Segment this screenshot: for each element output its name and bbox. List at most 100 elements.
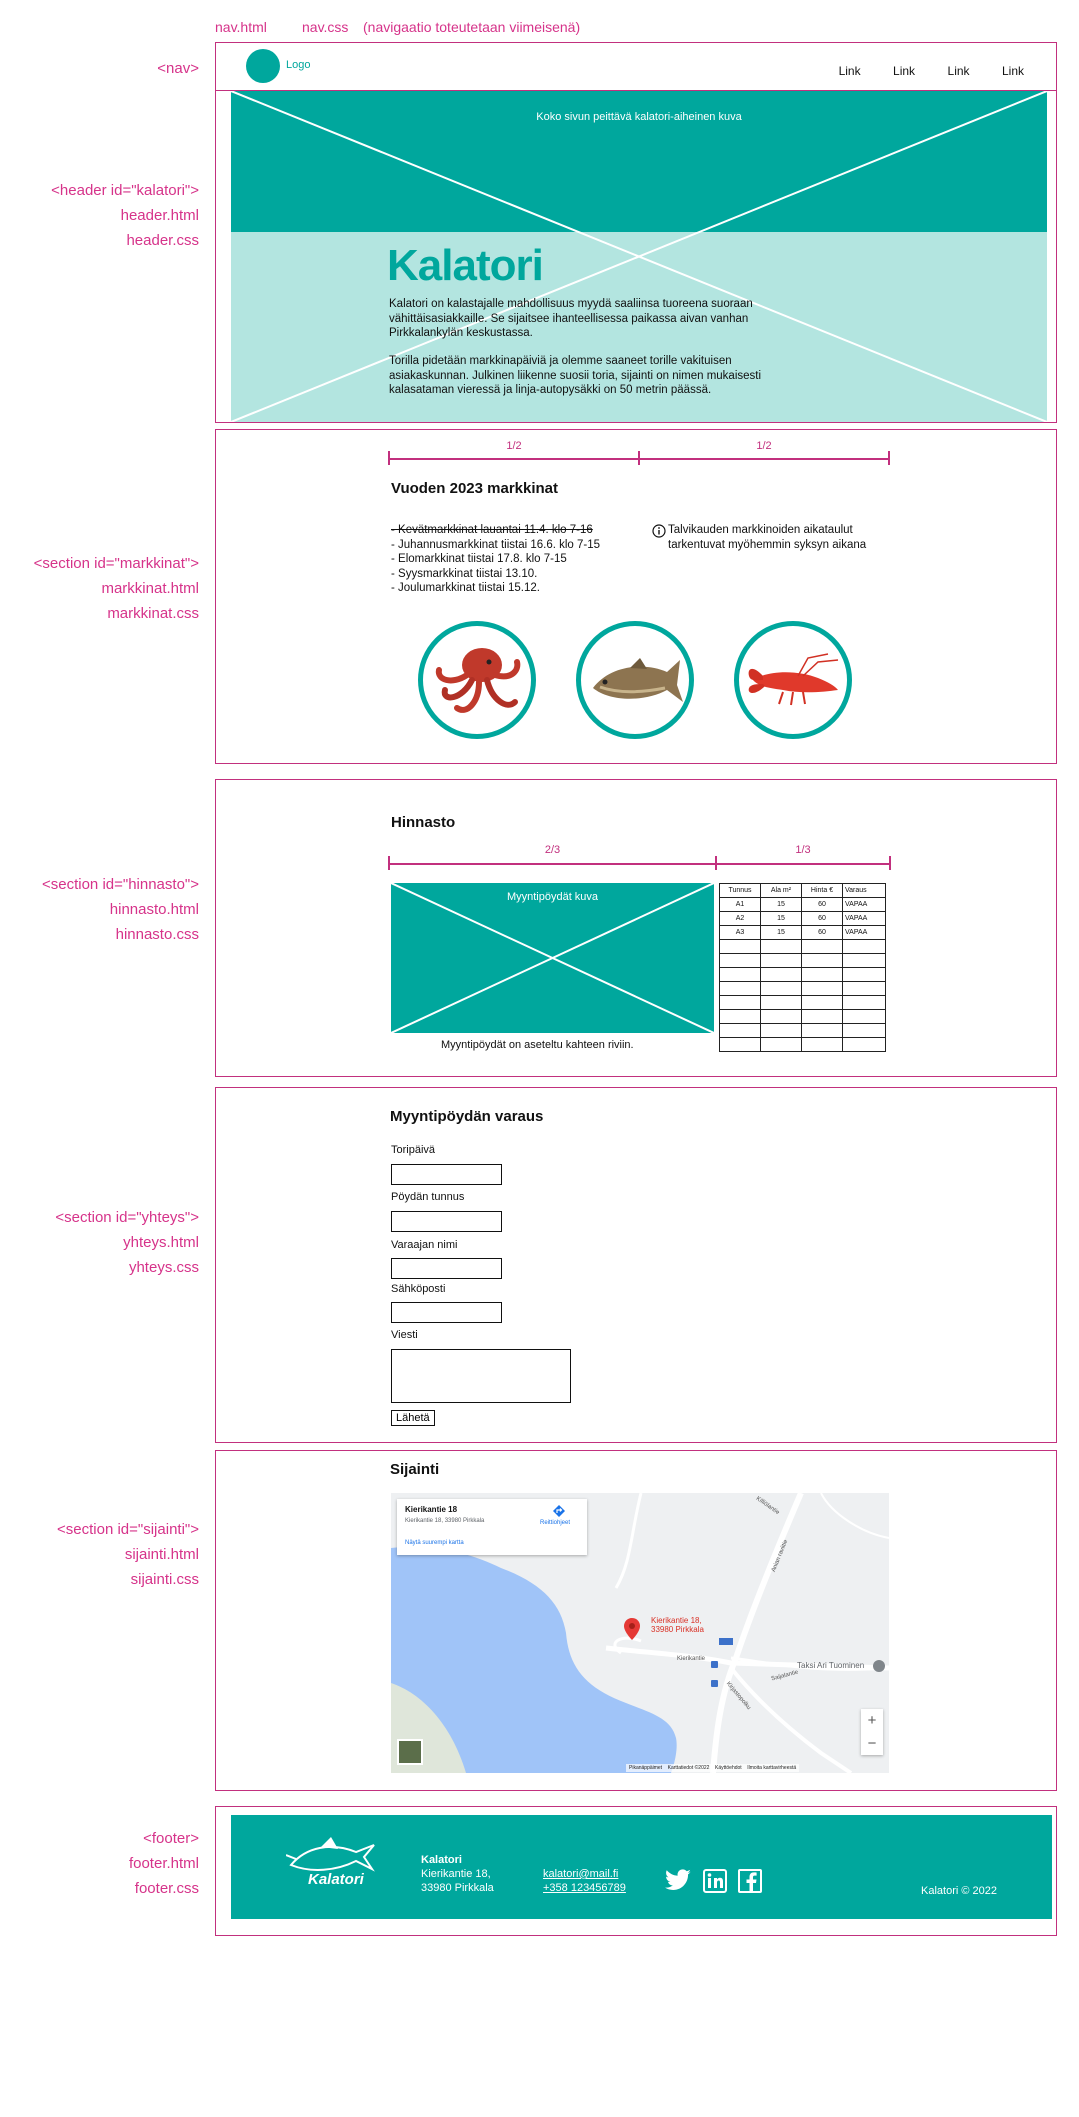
copyright: Kalatori © 2022 [921, 1885, 997, 1897]
table-cell [719, 1037, 761, 1052]
zoom-in-button[interactable]: + [861, 1709, 883, 1732]
hero-paragraph-2: Torilla pidetään markkinapäiviä ja olemm… [389, 355, 762, 396]
phone-link[interactable]: +358 123456789 [543, 1881, 626, 1895]
table-cell [842, 1009, 886, 1024]
footer-name: Kalatori [421, 1854, 462, 1866]
logo-circle[interactable] [246, 49, 280, 83]
footer-frame: Kalatori Kalatori Kierikantie 18, 33980 … [215, 1806, 1057, 1936]
linkedin-icon[interactable] [703, 1869, 727, 1893]
header-frame: Koko sivun peittävä kalatori-aiheinen ku… [215, 90, 1057, 423]
header-image-caption: Koko sivun peittävä kalatori-aiheinen ku… [536, 111, 742, 123]
table-cell [719, 981, 761, 996]
zoom-out-button[interactable]: − [861, 1732, 883, 1755]
logo-text[interactable]: Logo [286, 59, 310, 71]
table-cell: 60 [801, 897, 843, 912]
column-header: Ala m² [760, 883, 802, 898]
table-row [719, 967, 886, 982]
hinnasto-frame: Hinnasto 2/3 1/3 Myyntipöydät kuva Myynt… [215, 779, 1057, 1077]
email-link[interactable]: kalatori@mail.fi [543, 1867, 626, 1881]
table-cell [842, 1023, 886, 1038]
nav-css-label: nav.css [302, 19, 349, 35]
table-cell [760, 981, 802, 996]
varaajan-nimi-input[interactable] [391, 1258, 502, 1279]
table-row [719, 939, 886, 954]
info-icon [652, 524, 666, 538]
footer-bar: Kalatori Kalatori Kierikantie 18, 33980 … [231, 1815, 1052, 1919]
table-cell: 60 [801, 925, 843, 940]
poi-taksi[interactable]: Taksi Ari Tuominen [797, 1661, 864, 1670]
sijainti-side-label: <section id="sijainti"> sijainti.html sija… [57, 1521, 199, 1588]
table-row: A2 15 60 VAPAA [719, 911, 886, 926]
nav-link-3[interactable]: Link [948, 64, 970, 78]
fish-image [576, 621, 694, 739]
shortcuts-link[interactable]: Pikanäppäimet [629, 1765, 662, 1771]
footer-logo[interactable]: Kalatori [285, 1837, 376, 1897]
footer-city: 33980 Pirkkala [421, 1882, 494, 1894]
directions-icon[interactable] [552, 1504, 566, 1518]
nav-link-1[interactable]: Link [839, 64, 861, 78]
price-table: Tunnus Ala m² Hinta € Varaus A1 15 60 VAPAA… [719, 883, 886, 1052]
table-cell: VAPAA [842, 911, 886, 926]
tables-image-caption: Myyntipöydät kuva [506, 891, 599, 903]
map-data-text: Karttatiedot ©2022 [667, 1765, 710, 1771]
nav-link-4[interactable]: Link [1002, 64, 1024, 78]
terms-link[interactable]: Käyttöehdot [715, 1765, 742, 1771]
hero-title: Kalatori [387, 241, 544, 290]
nav-links: Link Link Link Link [811, 62, 1024, 80]
tables-caption: Myyntipöydät on aseteltu kahteen riviin. [441, 1039, 634, 1051]
table-cell [719, 1023, 761, 1038]
footer-street: Kierikantie 18, [421, 1868, 491, 1880]
nav-link-2[interactable]: Link [893, 64, 915, 78]
column-header: Tunnus [719, 883, 761, 898]
map-embed[interactable]: Kierikantie 18, 33980 Pirkkala Kierikanti… [391, 1493, 889, 1773]
nav-note: (navigaatio toteutetaan viimeisenä) [363, 19, 581, 35]
twitter-icon[interactable] [664, 1869, 692, 1893]
message-textarea[interactable] [391, 1349, 571, 1403]
facebook-icon[interactable] [738, 1869, 762, 1893]
hinnasto-side-label: <section id="hinnasto"> hinnasto.html hinn… [41, 876, 199, 943]
map-info-card: Kierikantie 18 Kierikantie 18, 33980 Pir… [397, 1499, 587, 1555]
column-measure [388, 446, 890, 465]
submit-button[interactable]: Lähetä [391, 1410, 435, 1426]
marker-label: Kierikantie 18, 33980 Pirkkala [651, 1616, 704, 1634]
market-item: - Syysmarkkinat tiistai 13.10. [391, 567, 538, 580]
market-item: - Elomarkkinat tiistai 17.8. klo 7-15 [391, 553, 567, 565]
poydan-tunnus-input[interactable] [391, 1211, 502, 1232]
yhteys-frame: Myyntipöydän varaus Toripäivä Pöydän tun… [215, 1087, 1057, 1443]
table-row [719, 995, 886, 1010]
table-cell: 15 [760, 911, 802, 926]
markkinat-title: Vuoden 2023 markkinat [391, 480, 559, 497]
hero-paragraph-1: Kalatori on kalastajalle mahdollisuus my… [389, 298, 753, 339]
table-cell [801, 1023, 843, 1038]
table-row [719, 1037, 886, 1052]
road-label-kierikantie: Kierikantie [677, 1656, 706, 1662]
nav-frame: Logo Link Link Link Link [215, 42, 1057, 91]
table-cell [760, 1023, 802, 1038]
column-header: Varaus [842, 883, 886, 898]
header-side-label: <header id="kalatori"> header.html header.… [51, 182, 199, 249]
email-input[interactable] [391, 1302, 502, 1323]
table-cell [719, 1009, 761, 1024]
larger-map-link[interactable]: Näytä suurempi kartta [405, 1540, 464, 1546]
table-cell: 15 [760, 897, 802, 912]
table-cell [842, 939, 886, 954]
nav-side-label: <nav> [157, 60, 199, 77]
table-cell [719, 995, 761, 1010]
table-cell [760, 995, 802, 1010]
market-item: - Juhannusmarkkinat tiistai 16.6. klo 7-… [391, 538, 601, 551]
footer-address: Kalatori Kierikantie 18, 33980 Pirkkala [421, 1853, 494, 1895]
card-address: Kierikantie 18, 33980 Pirkkala [405, 1518, 485, 1524]
table-cell: 15 [760, 925, 802, 940]
hinnasto-title: Hinnasto [391, 814, 456, 831]
table-cell [842, 953, 886, 968]
market-list: - Kevätmarkkinat lauantai 11.4. klo 7-16… [391, 523, 600, 596]
table-row: A1 15 60 VAPAA [719, 897, 886, 912]
satellite-toggle[interactable] [397, 1739, 423, 1765]
table-cell [801, 939, 843, 954]
footer-side-label: <footer> footer.html footer.css [128, 1830, 199, 1897]
report-error-link[interactable]: Ilmoita karttavirheestä [747, 1765, 796, 1771]
toripaiva-input[interactable] [391, 1164, 502, 1185]
table-cell [760, 939, 802, 954]
table-cell: A1 [719, 897, 761, 912]
directions-link[interactable]: Reittiohjeet [540, 1520, 570, 1526]
